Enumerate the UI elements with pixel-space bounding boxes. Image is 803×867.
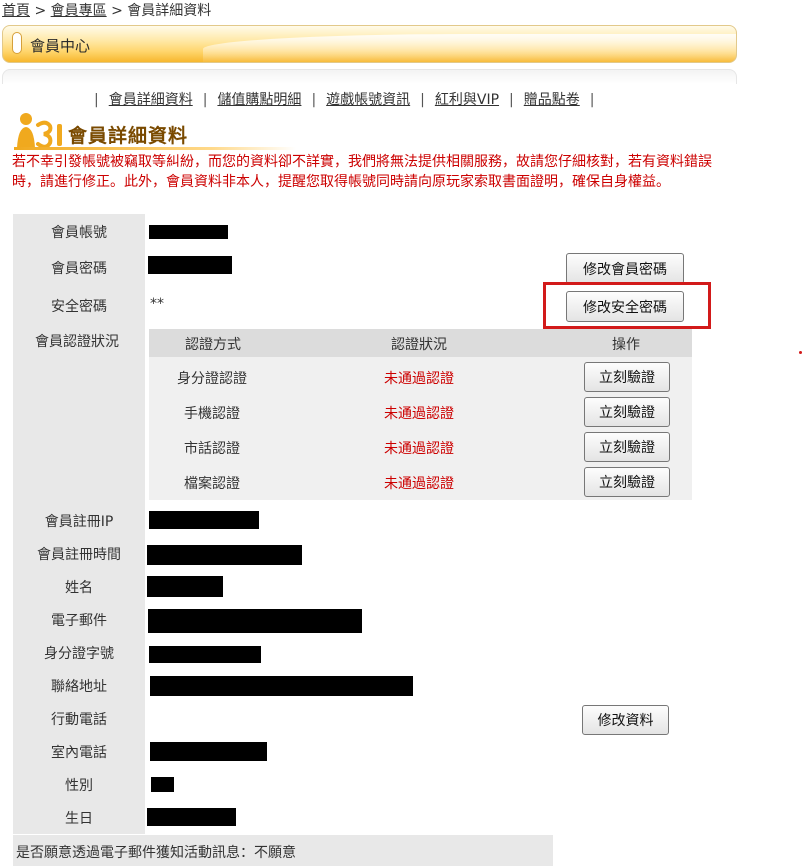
label-phone: 室內電話 <box>51 745 107 761</box>
label-reg-ip: 會員註冊IP <box>44 514 114 530</box>
breadcrumb-current: 會員詳細資料 <box>127 3 212 19</box>
label-auth-status: 會員認證狀況 <box>35 334 119 350</box>
breadcrumb-zone-link[interactable]: 會員專區 <box>51 3 107 19</box>
tab-panel <box>2 69 737 84</box>
stray-dot <box>799 351 802 354</box>
label-account: 會員帳號 <box>51 225 107 241</box>
auth-method-file: 檔案認證 <box>184 476 240 492</box>
member-person-icon <box>17 113 62 149</box>
section-underline <box>14 147 296 150</box>
redacted-phone <box>150 742 267 761</box>
label-security-password: 安全密碼 <box>51 299 107 315</box>
auth-status-file: 未通過認證 <box>384 476 454 492</box>
breadcrumb: 首頁 > 會員專區 > 會員詳細資料 <box>2 3 212 19</box>
auth-method-id: 身分證認證 <box>177 371 247 387</box>
label-email: 電子郵件 <box>51 613 107 629</box>
label-mobile: 行動電話 <box>51 712 107 728</box>
change-password-button[interactable]: 修改會員密碼 <box>566 253 684 284</box>
redacted-email <box>148 609 362 633</box>
label-address: 聯絡地址 <box>51 679 107 695</box>
label-gender: 性別 <box>65 778 93 794</box>
redacted-gender <box>151 777 174 792</box>
auth-status-id: 未通過認證 <box>384 371 454 387</box>
verify-mobile-button[interactable]: 立刻驗證 <box>584 397 670 427</box>
tab-nav: | 會員詳細資料 | 儲值購點明細 | 遊戲帳號資訊 | 紅利與VIP | 贈品點卷 | <box>94 92 595 108</box>
auth-header-action: 操作 <box>612 337 640 353</box>
tab-game-accounts[interactable]: 遊戲帳號資訊 <box>326 92 410 108</box>
member-center-header <box>2 25 737 63</box>
label-id-number: 身分證字號 <box>44 646 114 662</box>
breadcrumb-home-link[interactable]: 首頁 <box>2 3 30 19</box>
tab-member-details[interactable]: 會員詳細資料 <box>109 92 193 108</box>
label-reg-time: 會員註冊時間 <box>37 547 121 563</box>
header-title: 會員中心 <box>30 37 91 55</box>
security-password-value: ** <box>150 296 164 312</box>
redacted-reg-time <box>147 545 302 565</box>
redacted-id-number <box>149 646 261 663</box>
verify-file-button[interactable]: 立刻驗證 <box>584 467 670 497</box>
redacted-password <box>148 256 232 274</box>
tab-gift-vouchers[interactable]: 贈品點卷 <box>524 92 580 108</box>
notice-text: 若不幸引發帳號被竊取等糾紛，而您的資料卻不詳實，我們將無法提供相關服務，故請您仔… <box>12 154 712 190</box>
tab-bonus-vip[interactable]: 紅利與VIP <box>435 92 499 108</box>
label-birthday: 生日 <box>65 811 93 827</box>
verify-landline-button[interactable]: 立刻驗證 <box>584 432 670 462</box>
tab-purchase-history[interactable]: 儲值購點明細 <box>217 92 301 108</box>
verify-id-button[interactable]: 立刻驗證 <box>584 362 670 392</box>
section-title: 會員詳細資料 <box>68 125 189 147</box>
highlight-box <box>543 282 711 329</box>
edit-profile-button[interactable]: 修改資料 <box>582 705 669 735</box>
redacted-account <box>149 225 228 239</box>
label-name: 姓名 <box>65 580 93 596</box>
auth-method-mobile: 手機認證 <box>184 406 240 422</box>
auth-status-landline: 未通過認證 <box>384 441 454 457</box>
auth-header-method: 認證方式 <box>185 337 241 353</box>
redacted-address <box>150 676 413 696</box>
redacted-name <box>147 576 223 597</box>
redacted-reg-ip <box>149 511 259 529</box>
label-password: 會員密碼 <box>51 261 107 277</box>
auth-method-landline: 市話認證 <box>184 441 240 457</box>
header-pill-icon <box>12 32 22 54</box>
auth-status-mobile: 未通過認證 <box>384 406 454 422</box>
newsletter-text: 是否願意透過電子郵件獲知活動訊息：不願意 <box>16 845 296 861</box>
auth-header-status: 認證狀況 <box>391 337 447 353</box>
redacted-birthday <box>147 808 236 826</box>
